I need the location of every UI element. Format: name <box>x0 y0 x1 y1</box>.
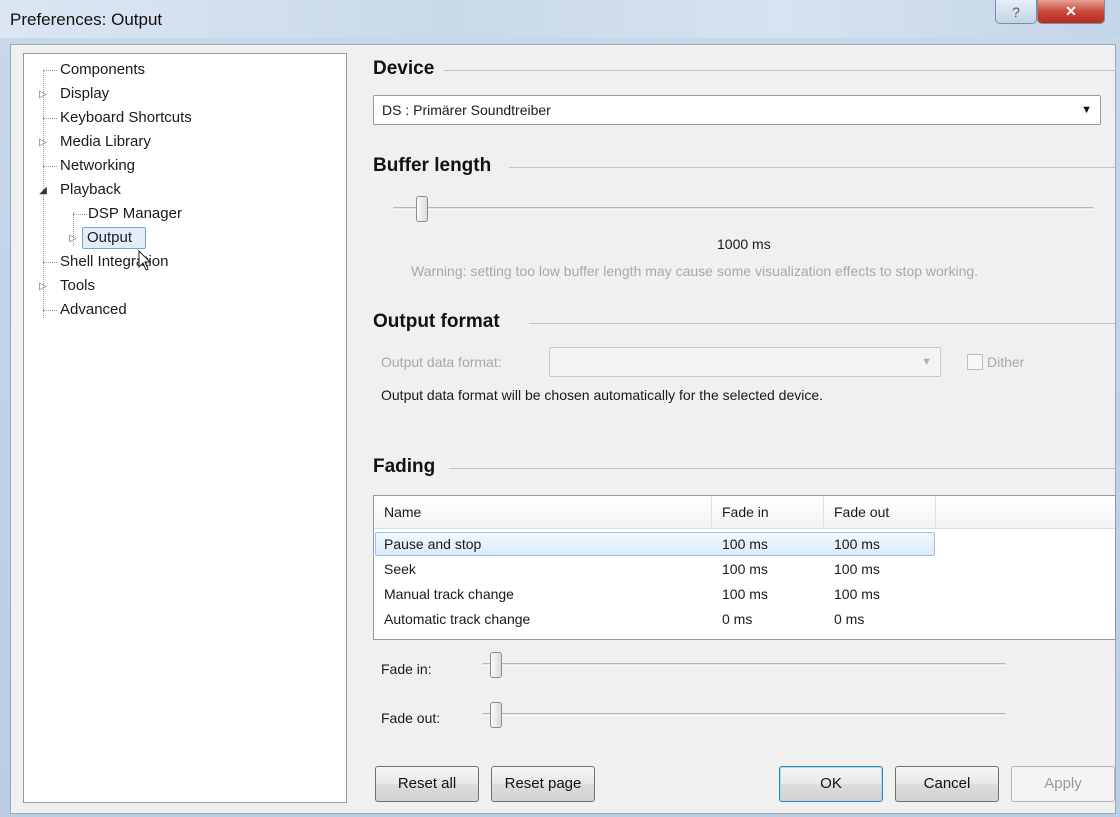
tree-item-playback[interactable]: Playback <box>60 179 121 201</box>
apply-button[interactable]: Apply <box>1011 766 1115 802</box>
row-fade-in: 100 ms <box>722 561 768 577</box>
chevron-down-icon: ▼ <box>1081 104 1092 116</box>
section-divider <box>509 167 1115 168</box>
tree-connector <box>43 118 57 119</box>
window-title: Preferences: Output <box>10 10 163 29</box>
output-settings-panel: Device DS : Primärer Soundtreiber ▼ Buff… <box>359 45 1116 813</box>
reset-all-button[interactable]: Reset all <box>375 766 479 802</box>
row-fade-out: 0 ms <box>834 611 865 627</box>
buffer-length-slider-track[interactable] <box>393 207 1093 210</box>
help-button[interactable]: ? <box>995 0 1037 24</box>
row-fade-in: 100 ms <box>722 536 768 552</box>
tree-item-tools[interactable]: Tools <box>60 275 95 297</box>
buffer-length-section-title: Buffer length <box>373 155 502 177</box>
row-fade-out: 100 ms <box>834 586 880 602</box>
row-name: Automatic track change <box>384 611 531 627</box>
fade-out-slider-track[interactable] <box>483 713 1005 716</box>
output-format-note: Output data format will be chosen automa… <box>381 387 824 403</box>
expand-arrow-icon[interactable]: ▷ <box>37 281 49 292</box>
device-select-value: DS : Primärer Soundtreiber <box>382 102 551 118</box>
table-row[interactable]: Pause and stop 100 ms 100 ms <box>374 532 1115 557</box>
dither-label: Dither <box>987 354 1025 370</box>
close-icon: ✕ <box>1065 3 1077 19</box>
section-divider <box>449 468 1115 469</box>
tree-item-keyboard-shortcuts[interactable]: Keyboard Shortcuts <box>60 107 192 129</box>
tree-item-networking[interactable]: Networking <box>60 155 135 177</box>
fade-out-label: Fade out: <box>381 710 441 726</box>
expand-arrow-icon[interactable]: ▷ <box>67 233 79 244</box>
section-divider <box>429 70 1115 71</box>
device-select[interactable]: DS : Primärer Soundtreiber ▼ <box>373 95 1101 125</box>
tree-connector <box>43 262 57 263</box>
row-fade-out: 100 ms <box>834 536 880 552</box>
row-fade-in: 100 ms <box>722 586 768 602</box>
row-name: Seek <box>384 561 416 577</box>
tree-item-components[interactable]: Components <box>60 59 145 81</box>
title-bar[interactable]: Preferences: Output ? ✕ <box>0 0 1120 38</box>
output-data-format-label: Output data format: <box>381 354 502 370</box>
row-fade-in: 0 ms <box>722 611 753 627</box>
expand-arrow-icon[interactable]: ▷ <box>37 89 49 100</box>
cancel-button[interactable]: Cancel <box>895 766 999 802</box>
output-format-section-title: Output format <box>373 311 510 333</box>
buffer-length-slider-thumb[interactable] <box>416 196 428 222</box>
fading-list: Name Fade in Fade out Pause and stop 100… <box>373 495 1116 640</box>
fade-in-slider-track[interactable] <box>483 663 1005 666</box>
reset-page-button[interactable]: Reset page <box>491 766 595 802</box>
chevron-down-icon: ▼ <box>921 356 932 368</box>
buffer-length-warning: Warning: setting too low buffer length m… <box>411 263 979 279</box>
tree-item-advanced[interactable]: Advanced <box>60 299 127 321</box>
preferences-window: Preferences: Output ? ✕ Components ▷ Dis… <box>0 0 1120 817</box>
row-name: Manual track change <box>384 586 514 602</box>
output-data-format-select[interactable]: ▼ <box>549 347 941 377</box>
device-section-title: Device <box>373 58 445 80</box>
help-icon: ? <box>1012 3 1020 20</box>
column-header-fade-in[interactable]: Fade in <box>712 496 824 529</box>
table-row[interactable]: Seek 100 ms 100 ms <box>374 557 1115 582</box>
fade-in-label: Fade in: <box>381 661 432 677</box>
tree-item-dsp-manager[interactable]: DSP Manager <box>88 203 182 225</box>
tree-item-output[interactable]: Output <box>87 227 132 249</box>
tree-item-shell-integration[interactable]: Shell Integration <box>60 251 168 273</box>
close-button[interactable]: ✕ <box>1037 0 1105 24</box>
tree-connector <box>43 70 57 71</box>
fade-in-slider-thumb[interactable] <box>490 652 502 678</box>
preferences-tree: Components ▷ Display Keyboard Shortcuts … <box>23 53 347 803</box>
ok-button[interactable]: OK <box>779 766 883 802</box>
dither-checkbox[interactable] <box>967 354 983 370</box>
row-fade-out: 100 ms <box>834 561 880 577</box>
fade-out-slider-thumb[interactable] <box>490 702 502 728</box>
mouse-cursor-icon <box>138 250 152 271</box>
expand-arrow-icon[interactable]: ▷ <box>37 137 49 148</box>
collapse-arrow-icon[interactable]: ◢ <box>37 185 49 196</box>
tree-item-display[interactable]: Display <box>60 83 109 105</box>
table-row[interactable]: Manual track change 100 ms 100 ms <box>374 582 1115 607</box>
column-header-fade-out[interactable]: Fade out <box>824 496 936 529</box>
fading-section-title: Fading <box>373 456 446 478</box>
fading-list-header: Name Fade in Fade out <box>374 496 1115 529</box>
buffer-length-value: 1000 ms <box>717 236 771 252</box>
tree-connector <box>43 310 57 311</box>
row-name: Pause and stop <box>384 536 482 552</box>
dialog-client-area: Components ▷ Display Keyboard Shortcuts … <box>10 44 1116 814</box>
table-row[interactable]: Automatic track change 0 ms 0 ms <box>374 607 1115 632</box>
section-divider <box>529 323 1115 324</box>
column-header-name[interactable]: Name <box>374 496 712 529</box>
tree-item-media-library[interactable]: Media Library <box>60 131 151 153</box>
tree-connector <box>73 214 87 215</box>
tree-connector <box>43 166 57 167</box>
